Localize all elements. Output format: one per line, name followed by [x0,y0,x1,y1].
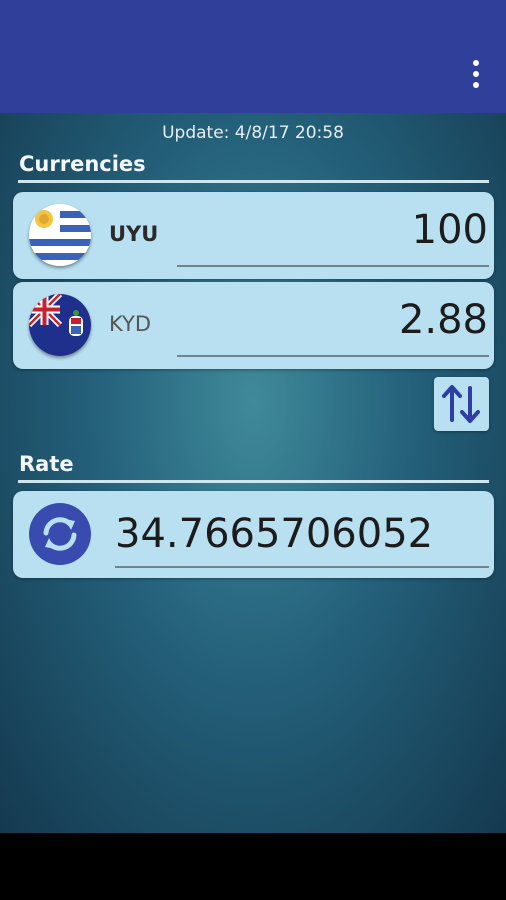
system-navigation-bar [0,833,506,900]
refresh-icon[interactable] [29,503,91,565]
amount-input-from[interactable]: 100 [412,207,488,253]
currency-row-from[interactable]: UYU 100 [13,192,494,279]
currency-code-to: KYD [109,312,152,336]
main-content: Update: 4/8/17 20:58 Currencies UYU 100 [0,113,506,833]
currencies-title: Currencies [19,152,146,176]
currencies-divider [18,180,489,183]
update-timestamp: Update: 4/8/17 20:58 [162,123,344,143]
amount-underline [177,355,489,357]
cayman-islands-flag-icon[interactable] [29,294,91,356]
amount-output-to[interactable]: 2.88 [399,297,488,343]
uruguay-flag-icon[interactable] [29,204,91,266]
swap-currencies-button[interactable] [434,377,489,431]
overflow-menu-icon[interactable] [464,60,488,88]
rate-title: Rate [19,452,74,476]
currency-code-from: UYU [109,222,159,246]
app-bar [0,0,506,113]
swap-arrows-icon [442,385,480,423]
currency-row-to[interactable]: KYD 2.88 [13,282,494,369]
amount-underline [177,265,489,267]
rate-underline [115,566,489,568]
exchange-rate-value: 34.7665706052 [115,511,434,557]
rate-divider [18,480,489,483]
rate-card: 34.7665706052 [13,491,494,578]
